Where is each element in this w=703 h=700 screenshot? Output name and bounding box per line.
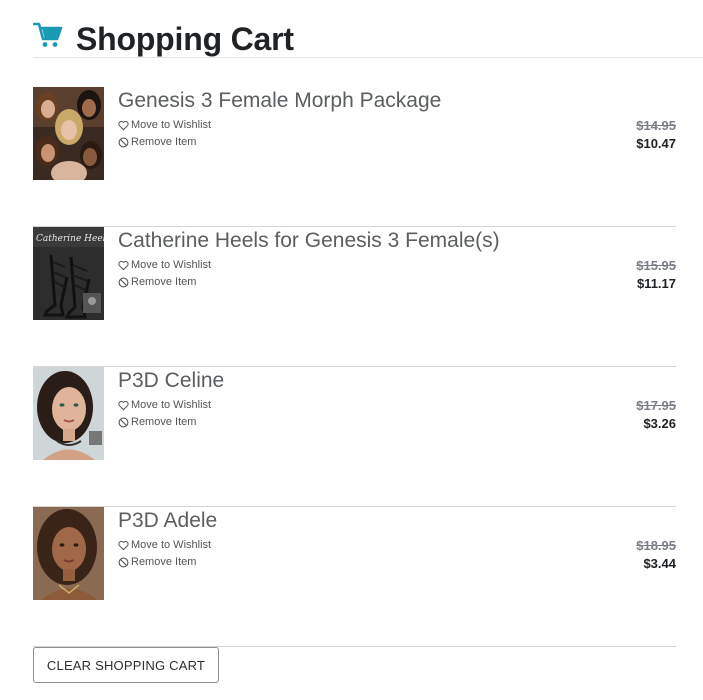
sale-price: $3.26 [643, 416, 676, 431]
sale-price: $11.17 [636, 276, 676, 291]
remove-item-label: Remove Item [131, 136, 197, 148]
remove-item-label: Remove Item [131, 556, 197, 568]
move-to-wishlist-link[interactable]: Move to Wishlist [118, 117, 211, 134]
thumbnail-title-text: Catherine Heels [36, 234, 104, 244]
item-prices: $15.95 $11.17 [636, 257, 676, 293]
move-to-wishlist-label: Move to Wishlist [131, 399, 212, 411]
clear-shopping-cart-button[interactable]: CLEAR SHOPPING CART [33, 647, 219, 683]
product-title[interactable]: P3D Celine [118, 368, 224, 394]
product-title[interactable]: Catherine Heels for Genesis 3 Female(s) [118, 228, 500, 254]
ban-icon [118, 137, 129, 148]
heart-icon [118, 540, 129, 551]
item-prices: $18.95 $3.44 [636, 537, 676, 573]
move-to-wishlist-label: Move to Wishlist [131, 119, 212, 131]
remove-item-link[interactable]: Remove Item [118, 134, 211, 151]
remove-item-label: Remove Item [131, 276, 197, 288]
move-to-wishlist-link[interactable]: Move to Wishlist [118, 257, 211, 274]
item-actions: Move to Wishlist Remove Item [118, 537, 211, 571]
original-price: $18.95 [636, 538, 676, 553]
cart-header: Shopping Cart [33, 20, 703, 58]
cart-item: P3D Adele Move to Wishlist Remove Item $… [33, 507, 676, 647]
move-to-wishlist-link[interactable]: Move to Wishlist [118, 537, 211, 554]
remove-item-link[interactable]: Remove Item [118, 554, 211, 571]
move-to-wishlist-label: Move to Wishlist [131, 259, 212, 271]
product-thumbnail[interactable] [33, 367, 104, 460]
move-to-wishlist-link[interactable]: Move to Wishlist [118, 397, 211, 414]
product-title[interactable]: P3D Adele [118, 508, 217, 534]
remove-item-link[interactable]: Remove Item [118, 274, 211, 291]
original-price: $17.95 [636, 398, 676, 413]
ban-icon [118, 417, 129, 428]
cart-item: Catherine Heels Catherine Heels for Gene… [33, 227, 676, 367]
product-thumbnail[interactable] [33, 507, 104, 600]
product-title[interactable]: Genesis 3 Female Morph Package [118, 88, 441, 114]
remove-item-label: Remove Item [131, 416, 197, 428]
remove-item-link[interactable]: Remove Item [118, 414, 211, 431]
ban-icon [118, 557, 129, 568]
shopping-cart-icon [33, 22, 63, 47]
item-prices: $17.95 $3.26 [636, 397, 676, 433]
heart-icon [118, 400, 129, 411]
move-to-wishlist-label: Move to Wishlist [131, 539, 212, 551]
item-actions: Move to Wishlist Remove Item [118, 257, 211, 291]
heart-icon [118, 260, 129, 271]
ban-icon [118, 277, 129, 288]
page-title: Shopping Cart [76, 21, 294, 57]
cart-item: Genesis 3 Female Morph Package Move to W… [33, 87, 676, 227]
product-thumbnail[interactable] [33, 87, 104, 180]
item-prices: $14.95 $10.47 [636, 117, 676, 153]
product-thumbnail[interactable]: Catherine Heels [33, 227, 104, 320]
original-price: $15.95 [636, 258, 676, 273]
heart-icon [118, 120, 129, 131]
item-actions: Move to Wishlist Remove Item [118, 397, 211, 431]
original-price: $14.95 [636, 118, 676, 133]
sale-price: $10.47 [636, 136, 676, 151]
sale-price: $3.44 [643, 556, 676, 571]
item-actions: Move to Wishlist Remove Item [118, 117, 211, 151]
cart-item: P3D Celine Move to Wishlist Remove Item … [33, 367, 676, 507]
